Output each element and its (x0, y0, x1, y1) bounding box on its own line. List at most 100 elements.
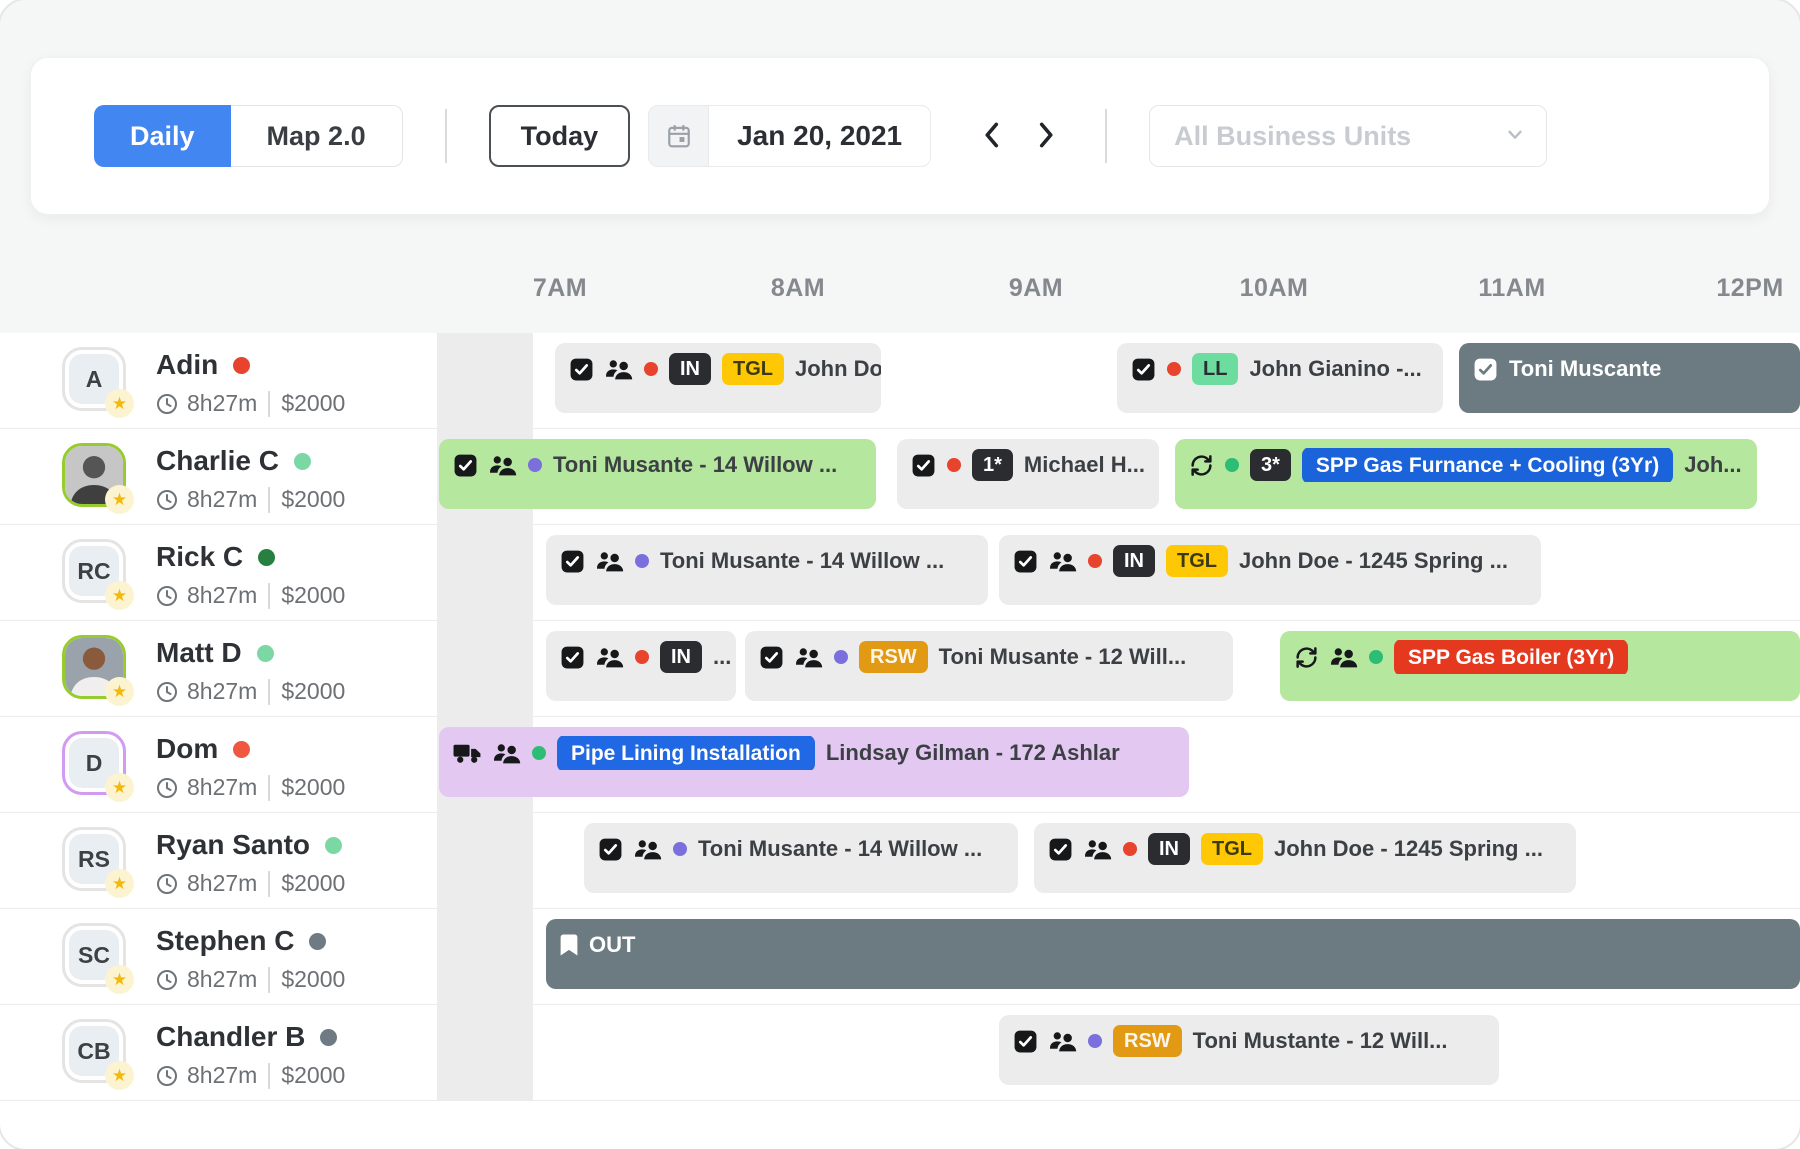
stats-divider (268, 967, 270, 993)
time-label: 7AM (533, 274, 587, 303)
stats-divider (268, 871, 270, 897)
star-icon: ★ (105, 965, 134, 994)
appointment-status-dot (1088, 554, 1102, 568)
off-hours-strip (437, 909, 533, 1004)
people-icon (1049, 550, 1077, 573)
clock-icon (156, 393, 178, 415)
appointment-block[interactable]: LL John Gianino -... (1117, 343, 1443, 413)
people-icon (1049, 1030, 1077, 1053)
appointment-block[interactable]: IN... (546, 631, 736, 701)
star-icon: ★ (105, 389, 134, 418)
technician-name: Stephen C (156, 925, 294, 957)
technician-hours: 8h27m (187, 390, 257, 417)
appointment-block[interactable]: Toni Musante - 14 Willow ... (546, 535, 988, 605)
people-icon (493, 742, 521, 765)
appointment-block[interactable]: Toni Muscante (1459, 343, 1800, 413)
technician-row: RS ★ Ryan Santo 8h27m $2000 Toni Musante… (0, 813, 1800, 909)
time-label: 10AM (1240, 274, 1309, 303)
appointment-status-dot (635, 554, 649, 568)
avatar: D ★ (62, 731, 126, 795)
prev-day-button[interactable] (975, 113, 1008, 160)
technician-revenue: $2000 (281, 870, 345, 897)
appointment-block[interactable]: 1*Michael H... (897, 439, 1159, 509)
appointment-text: John Doe - 1245 Spring ... (1239, 548, 1508, 574)
tag-badge-spp-gas-furnance-cooling-3yr: SPP Gas Furnance + Cooling (3Yr) (1302, 448, 1673, 482)
appointment-text: OUT (589, 932, 635, 958)
technician-hours: 8h27m (187, 966, 257, 993)
appointment-text: Toni Musante - 14 Willow ... (553, 452, 837, 478)
sync-icon (1189, 453, 1214, 478)
appointment-block[interactable]: Toni Musante - 14 Willow ... (439, 439, 876, 509)
checkbox-icon (911, 453, 936, 478)
stats-divider (268, 1063, 270, 1089)
technician-info: RS ★ Ryan Santo 8h27m $2000 (0, 813, 437, 908)
stats-divider (268, 775, 270, 801)
appointment-text: John Gianino -... (1249, 356, 1421, 382)
technician-hours: 8h27m (187, 582, 257, 609)
stats-divider (268, 679, 270, 705)
tag-badge-ll: LL (1192, 353, 1238, 385)
appointment-block[interactable]: OUT (546, 919, 1800, 989)
clock-icon (156, 777, 178, 799)
technician-hours: 8h27m (187, 774, 257, 801)
technician-status-dot (320, 1029, 337, 1046)
next-day-button[interactable] (1030, 113, 1063, 160)
star-icon: ★ (105, 773, 134, 802)
off-hours-strip (437, 525, 533, 620)
sync-icon (1294, 645, 1319, 670)
schedule-lane: Pipe Lining InstallationLindsay Gilman -… (437, 717, 1800, 812)
tag-badge-in: IN (660, 641, 702, 673)
appointment-text: Toni Musante - 14 Willow ... (660, 548, 944, 574)
appointment-block[interactable]: Toni Musante - 14 Willow ... (584, 823, 1018, 893)
technician-revenue: $2000 (281, 966, 345, 993)
people-icon (489, 454, 517, 477)
time-label: 12PM (1716, 274, 1783, 303)
appointment-text: John Doe - 1245 Spring ... (1274, 836, 1543, 862)
people-icon (1330, 646, 1358, 669)
appointment-block[interactable]: INTGLJohn Doe - 1245 Spring ... (1034, 823, 1576, 893)
appointment-block[interactable]: SPP Gas Boiler (3Yr) (1280, 631, 1800, 701)
appointment-status-dot (1167, 362, 1181, 376)
appointment-text: Lindsay Gilman - 172 Ashlar (826, 740, 1120, 766)
date-label: Jan 20, 2021 (709, 106, 930, 166)
tag-badge-3: 3* (1250, 449, 1291, 481)
tag-badge-in: IN (1113, 545, 1155, 577)
avatar: ★ (62, 443, 126, 507)
dispatch-board: Daily Map 2.0 Today Jan 20, 2021 All Bus… (0, 0, 1800, 1149)
appointment-status-dot (528, 458, 542, 472)
clock-icon (156, 873, 178, 895)
people-icon (605, 358, 633, 381)
technician-row: ★ Matt D 8h27m $2000 IN... RSWToni Musan… (0, 621, 1800, 717)
technician-info: ★ Charlie C 8h27m $2000 (0, 429, 437, 524)
time-header: 7AM8AM9AM10AM11AM12PM (0, 158, 1800, 333)
appointment-block[interactable]: INTGLJohn Doe - 1245 Sprin... (555, 343, 881, 413)
technician-status-dot (233, 741, 250, 758)
technician-info: ★ Matt D 8h27m $2000 (0, 621, 437, 716)
appointment-text: Toni Musante - 14 Willow ... (698, 836, 982, 862)
technician-info: CB ★ Chandler B 8h27m $2000 (0, 1005, 437, 1100)
appointment-block[interactable]: RSWToni Musante - 12 Will... (745, 631, 1233, 701)
checkbox-icon (453, 453, 478, 478)
technician-revenue: $2000 (281, 774, 345, 801)
technician-name: Adin (156, 349, 218, 381)
tag-badge-tgl: TGL (1166, 545, 1228, 577)
star-icon: ★ (105, 485, 134, 514)
appointment-block[interactable]: 3* SPP Gas Furnance + Cooling (3Yr) Joh... (1175, 439, 1757, 509)
chevron-down-icon (1504, 121, 1526, 152)
technician-name: Charlie C (156, 445, 279, 477)
appointment-status-dot (1369, 650, 1383, 664)
checkbox-icon (598, 837, 623, 862)
avatar: ★ (62, 635, 126, 699)
technician-row: RC ★ Rick C 8h27m $2000 Toni Musante - 1… (0, 525, 1800, 621)
appointment-text: Joh... (1684, 452, 1741, 478)
appointment-block[interactable]: Pipe Lining InstallationLindsay Gilman -… (439, 727, 1189, 797)
appointment-status-dot (947, 458, 961, 472)
technician-hours: 8h27m (187, 1062, 257, 1089)
truck-icon (453, 742, 482, 765)
star-icon: ★ (105, 869, 134, 898)
checkbox-icon (560, 549, 585, 574)
appointment-block[interactable]: IN TGL John Doe - 1245 Spring ... (999, 535, 1541, 605)
checkbox-icon (1013, 549, 1038, 574)
appointment-block[interactable]: RSWToni Mustante - 12 Will... (999, 1015, 1499, 1085)
off-hours-strip (437, 1005, 533, 1100)
